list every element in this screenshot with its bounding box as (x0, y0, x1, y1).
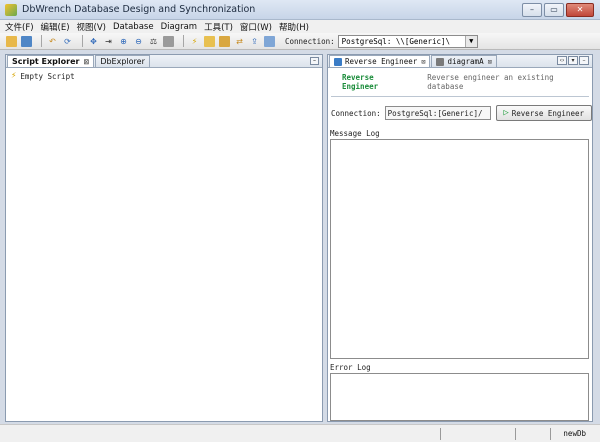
tab-reverse-engineer[interactable]: Reverse Engineer ⊠ (329, 55, 431, 67)
chevron-down-icon[interactable]: ▾ (568, 56, 578, 65)
right-panel-tabs: Reverse Engineer ⊠ diagramA ⊠ ‹› ▾ – (328, 55, 592, 68)
minimize-panel-button[interactable]: – (579, 56, 589, 65)
compare-icon[interactable] (219, 35, 230, 47)
diagram-icon (436, 57, 445, 66)
connection-value: PostgreSql:[Generic]/ (387, 108, 483, 118)
window-controls: – ▭ ✕ (522, 3, 594, 17)
toolbar-connection-value: PostgreSql: \\[Generic]\ (341, 36, 451, 46)
export-icon[interactable]: ⇪ (249, 36, 260, 47)
reverse-engineer-button[interactable]: ▷ Reverse Engineer (495, 105, 592, 121)
window-title: DbWrench Database Design and Synchroniza… (22, 4, 256, 15)
script-icon[interactable]: ⚡ (189, 36, 200, 47)
status-database-name: newDb (563, 429, 586, 438)
zoom-in-icon[interactable]: ⊕ (118, 36, 129, 47)
scale-icon[interactable]: ⚖ (148, 36, 159, 47)
tab-script-explorer[interactable]: Script Explorer ⊠ (7, 55, 95, 67)
database-icon (334, 57, 342, 66)
toolbar: ↶ ⟳ ✥ ⇥ ⊕ ⊖ ⚖ ⚡ ⇄ ⇪ Connection: PostgreS… (0, 33, 600, 50)
sync-icon[interactable]: ⇄ (234, 36, 245, 47)
forward-engineer-icon[interactable] (204, 35, 215, 47)
toolbar-connection-select[interactable]: PostgreSql: \\[Generic]\ ▼ (337, 34, 478, 48)
right-panel: Reverse Engineer ⊠ diagramA ⊠ ‹› ▾ – Rev… (327, 54, 593, 422)
app-logo-icon (5, 3, 17, 16)
report-icon[interactable] (264, 35, 275, 47)
scroll-tabs-button[interactable]: ‹› (557, 56, 567, 65)
menu-edit[interactable]: 编辑(E) (41, 21, 70, 33)
divider (331, 96, 589, 97)
menu-view[interactable]: 视图(V) (77, 21, 106, 33)
tab-label: Reverse Engineer (345, 57, 418, 66)
minimize-panel-button[interactable]: – (310, 57, 319, 65)
toolbar-separator (183, 35, 184, 47)
title-bar: DbWrench Database Design and Synchroniza… (0, 0, 600, 20)
connection-label: Connection: (331, 108, 381, 118)
new-icon[interactable] (21, 35, 32, 47)
menu-bar: 文件(F) 编辑(E) 视图(V) Database Diagram 工具(T)… (0, 20, 600, 33)
message-log-area[interactable] (330, 139, 589, 359)
error-log-area[interactable] (330, 373, 589, 421)
header-title: Reverse Engineer (342, 73, 379, 91)
tab-diagrama[interactable]: diagramA ⊠ (431, 55, 497, 67)
close-button[interactable]: ✕ (566, 3, 594, 17)
close-tab-icon[interactable]: ⊠ (421, 58, 425, 66)
tab-navigation: ‹› ▾ – (557, 56, 589, 65)
menu-diagram[interactable]: Diagram (161, 22, 198, 32)
close-tab-icon[interactable]: ⊠ (488, 58, 492, 66)
status-separator (515, 428, 516, 440)
lightning-icon: ⚡ (11, 71, 17, 81)
toolbar-separator (41, 35, 42, 47)
connection-row: Connection: PostgreSql:[Generic]/ ▷ Reve… (331, 105, 592, 121)
header-description: Reverse engineer an existing database (427, 73, 554, 91)
left-panel: Script Explorer ⊠ DbExplorer – ⚡ Empty S… (5, 54, 323, 422)
open-icon[interactable] (6, 35, 17, 47)
zoom-out-icon[interactable]: ⊖ (133, 36, 144, 47)
menu-tools[interactable]: 工具(T) (204, 21, 233, 33)
tab-label: diagramA (447, 57, 484, 66)
minimize-button[interactable]: – (522, 3, 542, 17)
menu-window[interactable]: 窗口(W) (240, 21, 272, 33)
chevron-down-icon[interactable]: ▼ (464, 35, 477, 47)
undo-icon[interactable]: ↶ (47, 36, 58, 47)
error-log-label: Error Log (330, 363, 371, 372)
button-label: Reverse Engineer (511, 108, 584, 118)
toolbar-separator (82, 35, 83, 47)
status-separator (550, 428, 551, 440)
status-separator (440, 428, 441, 440)
tab-label: Script Explorer (12, 57, 80, 66)
arrow-icon[interactable]: ⇥ (103, 36, 114, 47)
move-icon[interactable]: ✥ (88, 36, 99, 47)
tree-item-empty-script[interactable]: ⚡ Empty Script (11, 71, 322, 81)
tab-label: DbExplorer (100, 57, 145, 66)
reverse-engineer-header: Reverse Engineer Reverse engineer an exi… (342, 73, 592, 91)
menu-database[interactable]: Database (113, 22, 154, 32)
menu-help[interactable]: 帮助(H) (279, 21, 309, 33)
left-panel-tabs: Script Explorer ⊠ DbExplorer – (6, 55, 322, 68)
tree-item-label: Empty Script (20, 71, 75, 81)
close-tab-icon[interactable]: ⊠ (83, 58, 89, 66)
maximize-button[interactable]: ▭ (544, 3, 564, 17)
status-bar: newDb (0, 424, 600, 442)
menu-file[interactable]: 文件(F) (5, 21, 34, 33)
toolbar-connection-label: Connection: (285, 36, 335, 46)
refresh-icon[interactable]: ⟳ (62, 36, 73, 47)
play-icon: ▷ (503, 108, 509, 118)
message-log-label: Message Log (330, 129, 380, 138)
connection-field[interactable]: PostgreSql:[Generic]/ (384, 106, 491, 120)
tab-dbexplorer[interactable]: DbExplorer (95, 55, 150, 67)
stop-icon[interactable] (163, 35, 174, 47)
